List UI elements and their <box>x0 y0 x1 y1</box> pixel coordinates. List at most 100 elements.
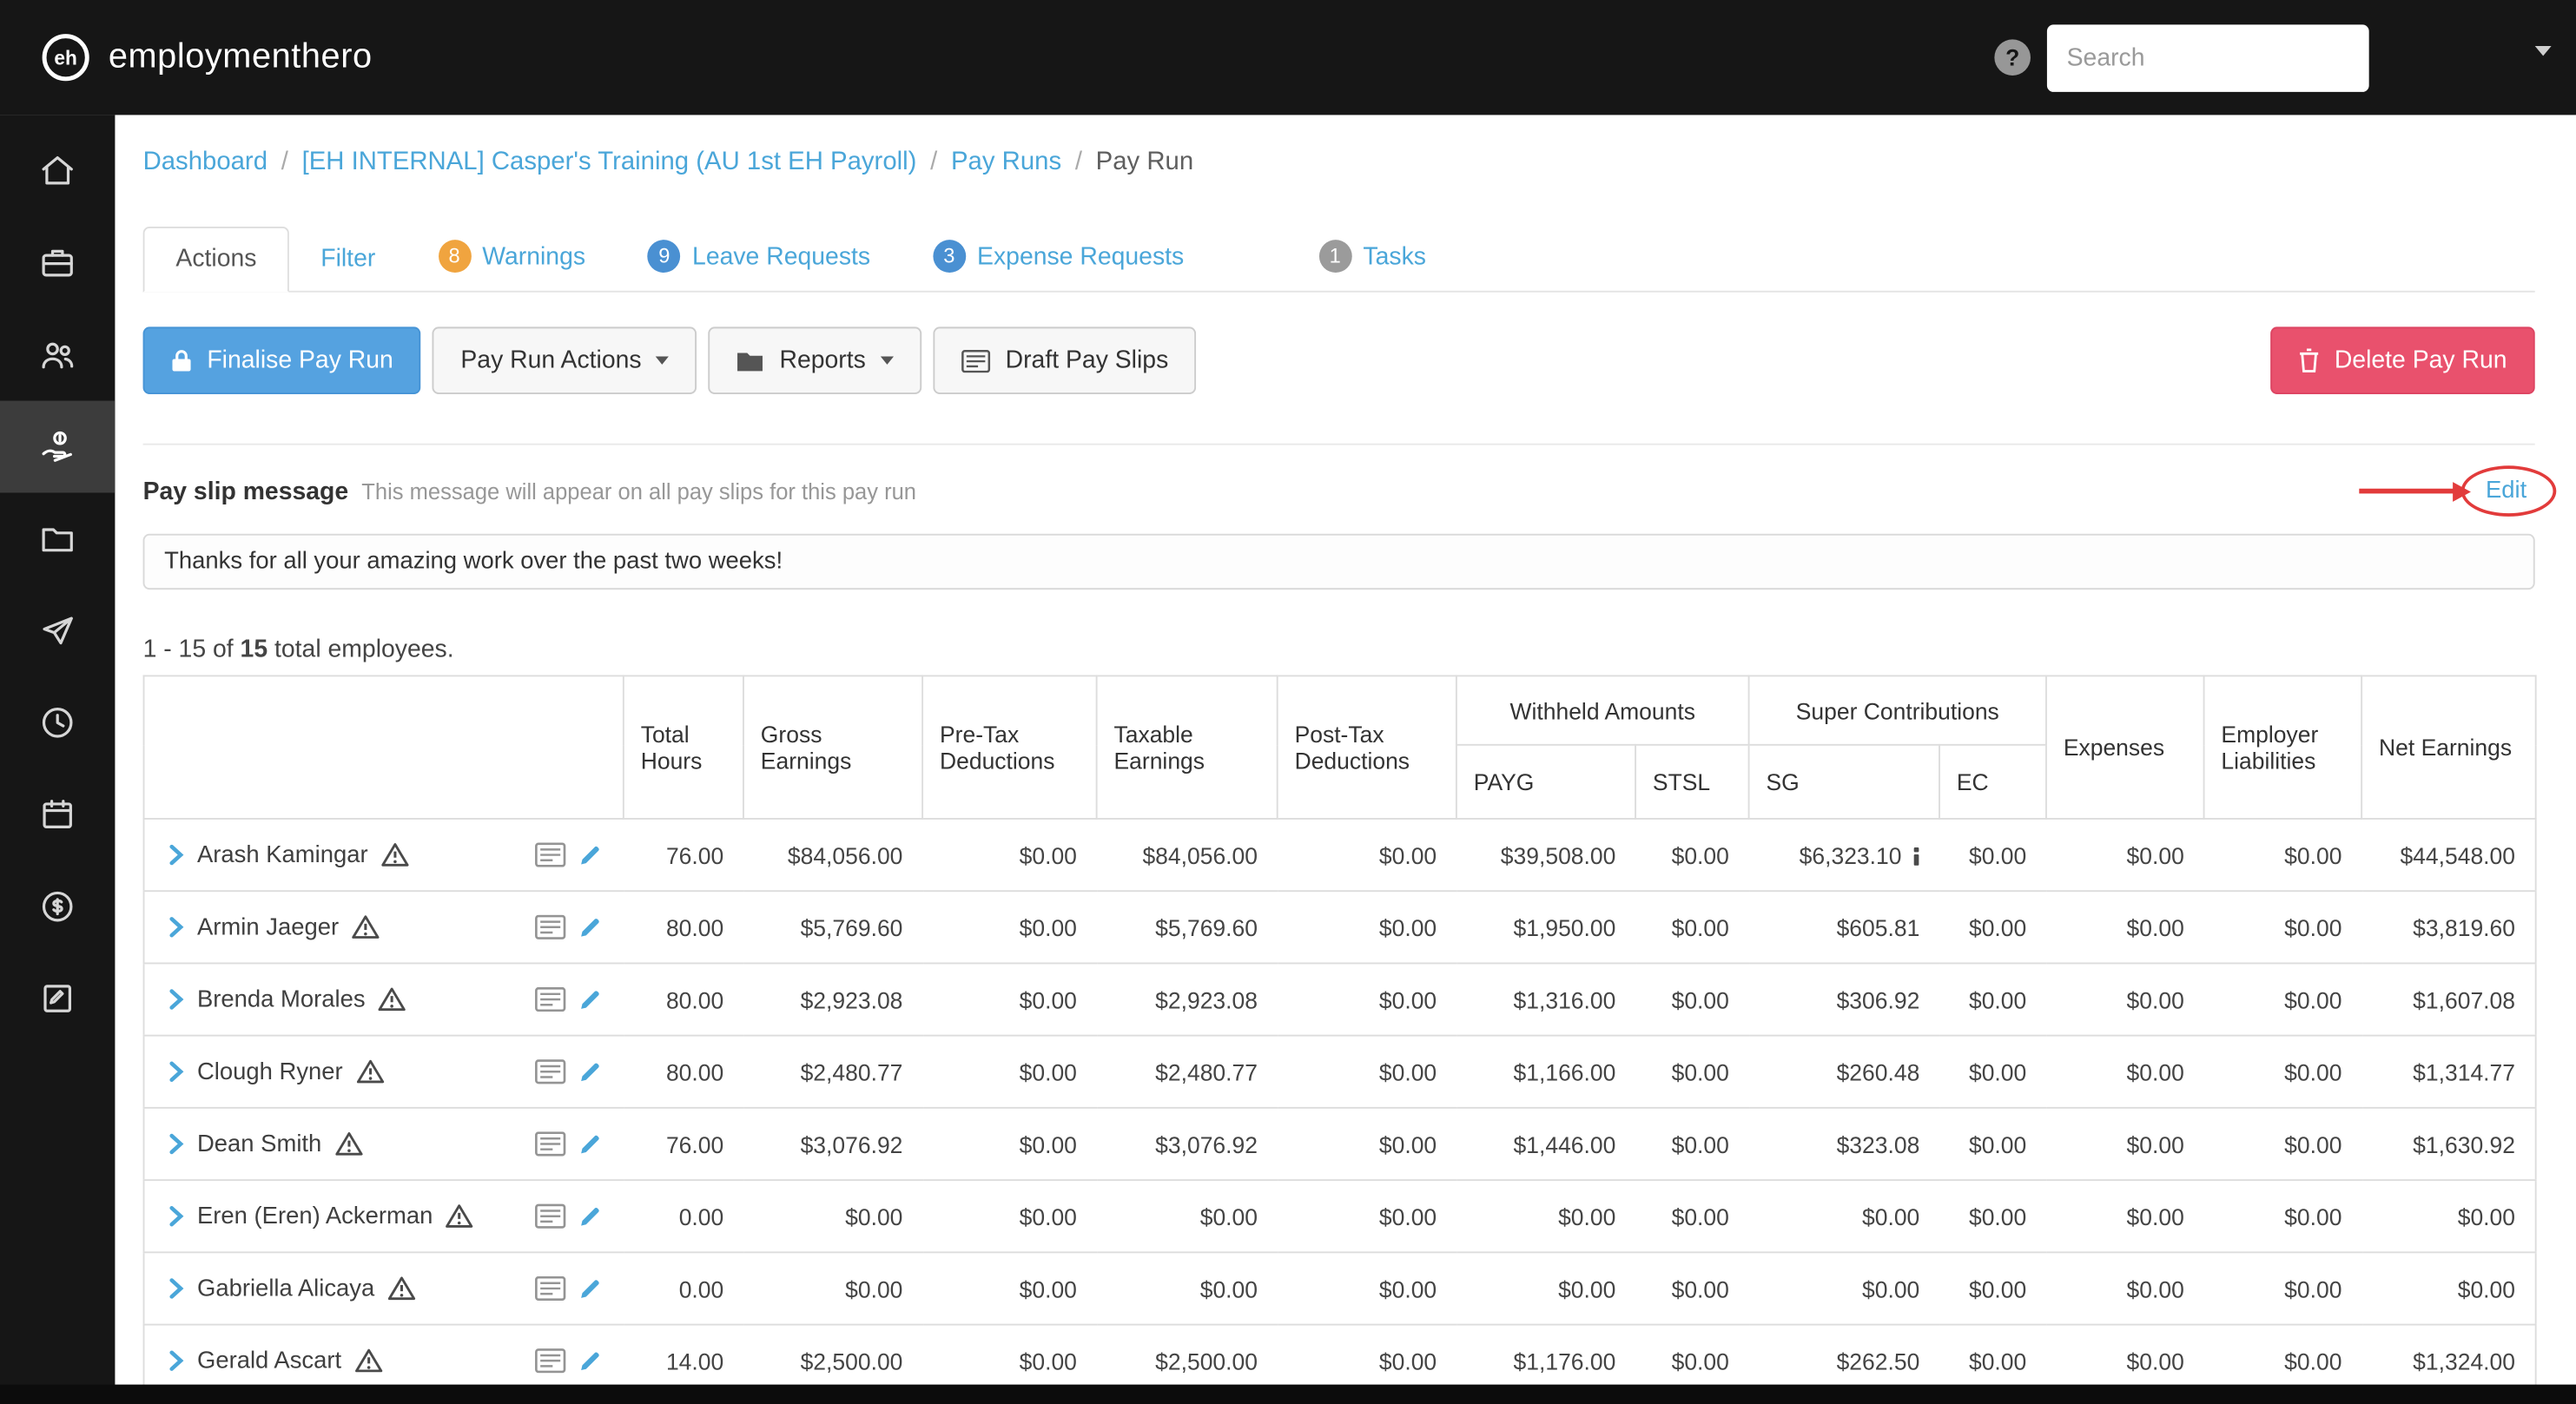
payslip-icon[interactable] <box>533 1059 566 1084</box>
pay-run-table: Total Hours Gross Earnings Pre-Tax Deduc… <box>142 675 2537 1398</box>
chevron-right-icon[interactable] <box>169 1278 184 1300</box>
sidebar-item-payments[interactable] <box>0 860 115 952</box>
chevron-right-icon[interactable] <box>169 1350 184 1372</box>
cell-stsl: $0.00 <box>1635 1251 1749 1325</box>
annotation-arrow <box>2359 488 2455 494</box>
warning-triangle-icon[interactable] <box>379 987 406 1012</box>
sidebar-item-timesheets[interactable] <box>0 676 115 768</box>
count-suffix: total employees. <box>268 636 454 664</box>
cell-ec: $0.00 <box>1939 818 2046 892</box>
chevron-right-icon[interactable] <box>169 989 184 1011</box>
sidebar-nav <box>0 115 116 1404</box>
warning-triangle-icon[interactable] <box>387 1276 416 1301</box>
group-header-super-contributions: Super Contributions <box>1747 675 2047 746</box>
sidebar-item-home[interactable] <box>0 125 115 217</box>
cell-taxable-earnings: $3,076.92 <box>1096 1106 1278 1181</box>
col-header-ec: EC <box>1939 743 2047 820</box>
edit-pencil-icon[interactable] <box>578 1277 600 1300</box>
sidebar-item-people[interactable] <box>0 309 115 401</box>
employee-name[interactable]: Gabriella Alicaya <box>197 1275 374 1302</box>
brand-logo[interactable]: eh employmenthero <box>39 31 372 84</box>
payslip-icon[interactable] <box>533 842 566 867</box>
chevron-right-icon[interactable] <box>169 917 184 939</box>
pay-run-actions-button[interactable]: Pay Run Actions <box>433 326 697 394</box>
chevron-right-icon[interactable] <box>169 1205 184 1227</box>
cell-net-earnings: $0.00 <box>2361 1251 2536 1325</box>
payslip-icon[interactable] <box>533 1275 566 1302</box>
employee-name[interactable]: Brenda Morales <box>197 986 366 1012</box>
payslip-icon[interactable] <box>533 986 566 1012</box>
chevron-right-icon[interactable] <box>169 844 184 866</box>
cell-taxable-earnings: $0.00 <box>1096 1179 1278 1253</box>
cell-stsl: $0.00 <box>1635 1179 1749 1253</box>
breadcrumb-separator: / <box>1067 148 1090 176</box>
edit-pencil-icon[interactable] <box>578 843 600 866</box>
cell-taxable-earnings: $5,769.60 <box>1096 890 1278 964</box>
sidebar-item-payroll[interactable] <box>0 400 116 493</box>
user-menu-caret-icon[interactable] <box>2534 45 2552 56</box>
delete-label: Delete Pay Run <box>2334 346 2507 375</box>
edit-pencil-icon[interactable] <box>578 1204 600 1227</box>
pay-slip-message-box[interactable]: Thanks for all your amazing work over th… <box>142 533 2535 590</box>
employee-name[interactable]: Gerald Ascart <box>197 1348 341 1374</box>
draft-pay-slips-button[interactable]: Draft Pay Slips <box>933 326 1197 394</box>
tab-label: Warnings <box>482 242 586 271</box>
chevron-right-icon[interactable] <box>169 1061 184 1083</box>
sidebar-item-files[interactable] <box>0 492 115 584</box>
edit-link[interactable]: Edit <box>2486 478 2535 504</box>
cell-pre-tax-deductions: $0.00 <box>922 1251 1097 1325</box>
warning-triangle-icon[interactable] <box>446 1204 474 1229</box>
payslip-icon[interactable] <box>533 914 566 939</box>
cell-pre-tax-deductions: $0.00 <box>922 962 1097 1036</box>
payslip-icon[interactable] <box>533 1348 566 1374</box>
delete-pay-run-button[interactable]: Delete Pay Run <box>2270 326 2535 394</box>
tab-filter[interactable]: Filter <box>289 228 406 291</box>
sidebar-item-briefcase[interactable] <box>0 217 115 309</box>
employee-name-cell: Dean Smith <box>143 1106 624 1181</box>
tab-expense-requests[interactable]: 3 Expense Requests <box>902 223 1215 291</box>
cell-sg: $306.92 <box>1748 962 1940 1036</box>
payslip-icon[interactable] <box>533 1203 566 1229</box>
cell-sg: $6,323.10 <box>1748 818 1940 892</box>
reports-button[interactable]: Reports <box>709 326 922 394</box>
col-header-net-earnings: Net Earnings <box>2361 675 2537 820</box>
count-prefix: 1 - 15 of <box>142 636 241 664</box>
employee-name[interactable]: Armin Jaeger <box>197 914 339 940</box>
employee-name[interactable]: Dean Smith <box>197 1130 321 1157</box>
payslip-icon[interactable] <box>533 1131 566 1157</box>
tab-warnings[interactable]: 8 Warnings <box>406 223 617 291</box>
sidebar-item-tasks[interactable] <box>0 952 115 1045</box>
search-input[interactable] <box>2046 23 2369 91</box>
cell-ec: $0.00 <box>1939 890 2046 964</box>
edit-pencil-icon[interactable] <box>578 916 600 939</box>
edit-pencil-icon[interactable] <box>578 1349 600 1372</box>
warning-triangle-icon[interactable] <box>354 1348 382 1373</box>
employee-name[interactable]: Clough Ryner <box>197 1058 343 1084</box>
warning-triangle-icon[interactable] <box>381 842 409 867</box>
tab-leave-requests[interactable]: 9 Leave Requests <box>617 223 902 291</box>
edit-pencil-icon[interactable] <box>578 988 600 1011</box>
breadcrumb-link[interactable]: [EH INTERNAL] Casper's Training (AU 1st … <box>302 148 917 175</box>
help-icon[interactable]: ? <box>1994 39 2031 76</box>
col-header-payg: PAYG <box>1455 743 1637 820</box>
chevron-right-icon[interactable] <box>169 1133 184 1155</box>
warning-triangle-icon[interactable] <box>352 915 380 939</box>
edit-pencil-icon[interactable] <box>578 1132 600 1155</box>
tab-actions[interactable]: Actions <box>142 227 290 293</box>
breadcrumb-link[interactable]: Pay Runs <box>951 148 1061 175</box>
employee-row: Brenda Morales 80.00 $2,923.08 $0.00 $2,923.… <box>143 962 2536 1036</box>
sidebar-item-leave[interactable] <box>0 584 115 676</box>
tab-tasks[interactable]: 1 Tasks <box>1287 223 1456 291</box>
warning-triangle-icon[interactable] <box>334 1131 363 1156</box>
tab-label: Leave Requests <box>692 242 871 271</box>
cell-ec: $0.00 <box>1939 1106 2046 1181</box>
warning-triangle-icon[interactable] <box>356 1059 384 1084</box>
employee-name[interactable]: Arash Kamingar <box>197 841 368 867</box>
employee-name[interactable]: Eren (Eren) Ackerman <box>197 1203 433 1229</box>
tab-badge: 9 <box>647 240 681 274</box>
finalise-pay-run-button[interactable]: Finalise Pay Run <box>142 326 421 394</box>
breadcrumb-link[interactable]: Dashboard <box>143 148 268 175</box>
info-icon[interactable] <box>1912 847 1919 865</box>
edit-pencil-icon[interactable] <box>578 1060 600 1083</box>
sidebar-item-rosters[interactable] <box>0 768 115 860</box>
